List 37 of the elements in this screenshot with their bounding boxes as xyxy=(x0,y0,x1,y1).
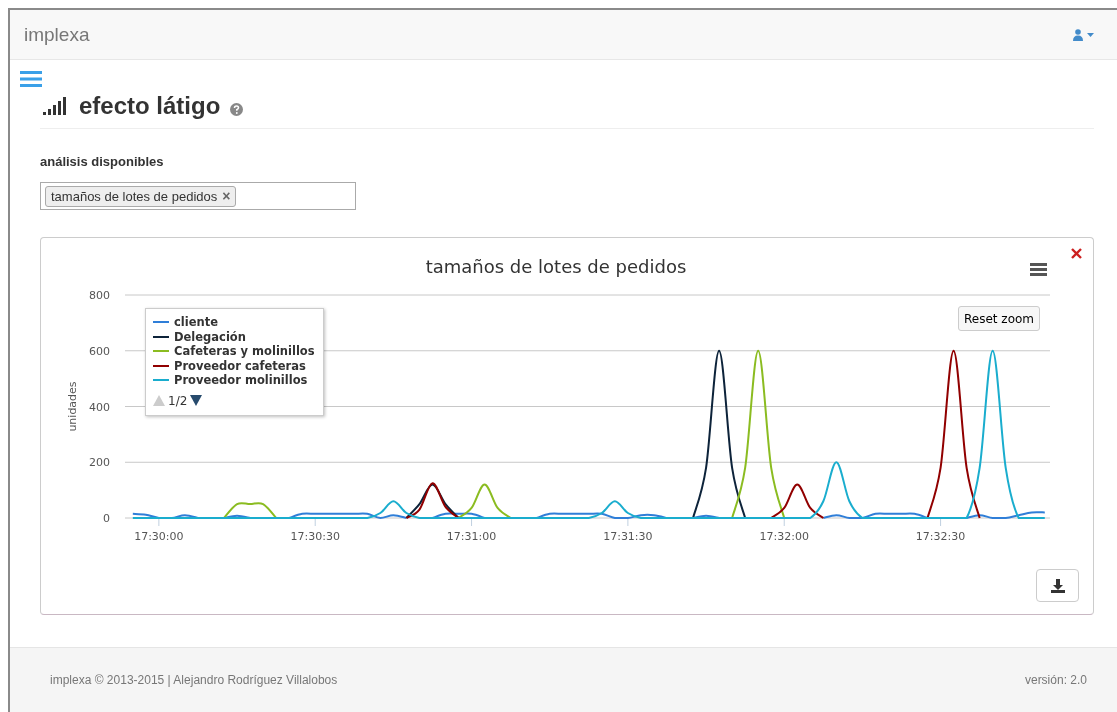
field-label: análisis disponibles xyxy=(40,154,165,169)
y-tick-label: 200 xyxy=(89,456,110,470)
y-tick-label: 0 xyxy=(103,512,110,525)
legend-item[interactable]: Proveedor molinillos xyxy=(174,373,308,388)
y-tick-label: 800 xyxy=(89,289,110,302)
signal-bars-icon xyxy=(43,97,69,115)
chart-menu-icon[interactable] xyxy=(1030,263,1047,276)
download-button[interactable] xyxy=(1036,569,1079,602)
y-tick-label: 600 xyxy=(89,344,110,358)
menu-icon[interactable] xyxy=(20,70,42,88)
legend-item[interactable]: Cafeteras y molinillos xyxy=(174,344,315,359)
x-tick-label: 17:30:30 xyxy=(290,530,340,543)
help-icon[interactable] xyxy=(230,102,244,116)
footer-credits: implexa © 2013-2015 | Alejandro Rodríguez Villalobos xyxy=(50,673,338,687)
page-down-arrow[interactable] xyxy=(190,395,203,406)
remove-tag-button[interactable]: × xyxy=(222,189,231,203)
legend-item[interactable]: cliente xyxy=(174,315,218,330)
x-tick-label: 17:32:00 xyxy=(759,530,809,543)
x-tick-label: 17:31:30 xyxy=(603,530,653,543)
download-icon xyxy=(1050,578,1065,593)
chart-title: tamaños de lotes de pedidos xyxy=(425,256,687,277)
legend-item[interactable]: Delegación xyxy=(174,329,246,344)
x-tick-label: 17:30:00 xyxy=(134,530,184,543)
y-axis-title: unidades xyxy=(66,381,79,432)
reset-zoom-button[interactable]: Reset zoom xyxy=(958,306,1040,331)
close-icon[interactable] xyxy=(1071,248,1082,259)
version-label: versión: 2.0 xyxy=(1024,673,1087,687)
legend-page-count: 1/2 xyxy=(168,393,188,408)
brand-link[interactable]: implexa xyxy=(24,23,90,46)
analysis-select-field[interactable]: tamaños de lotes de pedidos × xyxy=(40,182,356,210)
user-menu-icon[interactable] xyxy=(1073,28,1095,41)
x-tick-label: 17:32:30 xyxy=(915,530,966,543)
y-tick-label: 400 xyxy=(89,400,110,414)
legend-item[interactable]: Proveedor cafeteras xyxy=(174,358,306,373)
page-title: efecto látigo xyxy=(79,92,221,120)
tag-label: tamaños de lotes de pedidos xyxy=(51,188,218,204)
x-tick-label: 17:31:00 xyxy=(446,530,497,543)
